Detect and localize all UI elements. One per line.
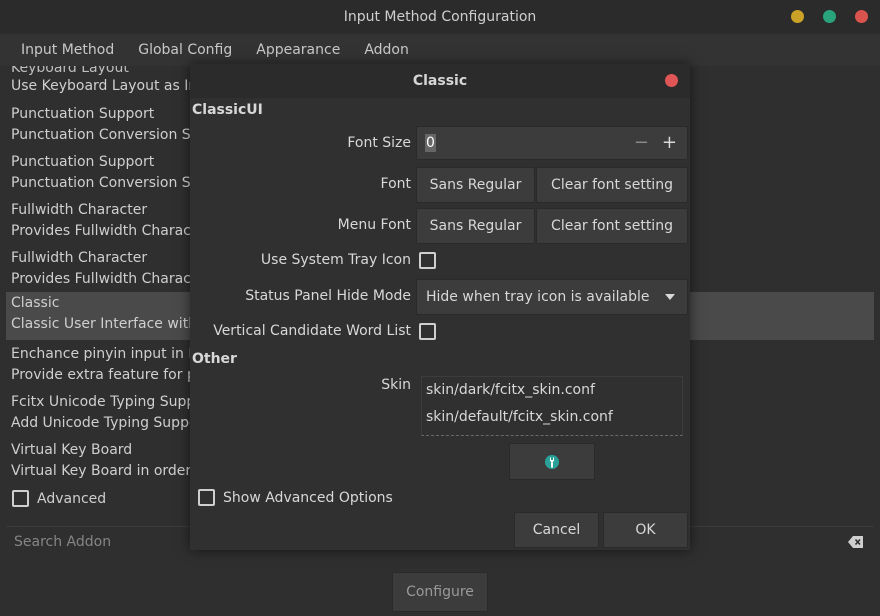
tray-icon-checkbox[interactable] xyxy=(419,252,436,269)
ok-button[interactable]: OK xyxy=(603,512,688,548)
section-classicui: ClassicUI xyxy=(192,102,263,118)
chevron-down-icon xyxy=(665,294,675,300)
cancel-button[interactable]: Cancel xyxy=(514,512,599,548)
clear-icon[interactable] xyxy=(848,535,864,549)
skin-action-button[interactable] xyxy=(509,443,595,480)
clear-font-button[interactable]: Clear font setting xyxy=(536,167,688,203)
maximize-button[interactable] xyxy=(823,10,836,23)
show-advanced-checkbox[interactable] xyxy=(198,489,215,506)
tab-addon[interactable]: Addon xyxy=(352,34,421,66)
font-label: Font xyxy=(380,176,411,192)
window-titlebar: Input Method Configuration xyxy=(0,0,880,34)
status-panel-combobox[interactable]: Hide when tray icon is available xyxy=(416,279,688,315)
skin-list[interactable]: skin/dark/fcitx_skin.conf skin/default/f… xyxy=(421,376,683,436)
increment-button[interactable]: + xyxy=(662,133,677,153)
dialog-close-button[interactable] xyxy=(665,74,678,87)
tray-icon-label: Use System Tray Icon xyxy=(260,252,411,268)
tab-input-method[interactable]: Input Method xyxy=(9,34,126,66)
dialog-titlebar: Classic xyxy=(190,64,690,98)
font-select-button[interactable]: Sans Regular xyxy=(416,167,535,203)
dialog-title: Classic xyxy=(412,73,468,89)
wrench-icon xyxy=(545,454,559,469)
section-other: Other xyxy=(192,351,237,367)
vertical-list-label: Vertical Candidate Word List xyxy=(213,323,411,339)
clear-menu-font-button[interactable]: Clear font setting xyxy=(536,208,688,244)
decrement-button[interactable]: − xyxy=(634,133,649,153)
skin-label: Skin xyxy=(381,377,411,393)
close-button[interactable] xyxy=(855,10,868,23)
tab-global-config[interactable]: Global Config xyxy=(126,34,244,66)
classic-dialog: Classic ClassicUI Font Size 0 − + Font S… xyxy=(190,64,690,550)
advanced-row[interactable]: Advanced xyxy=(12,490,106,507)
menu-font-select-button[interactable]: Sans Regular xyxy=(416,208,535,244)
tab-bar: Input Method Global Config Appearance Ad… xyxy=(0,34,880,66)
tab-appearance[interactable]: Appearance xyxy=(244,34,352,66)
minimize-button[interactable] xyxy=(791,10,804,23)
status-panel-label: Status Panel Hide Mode xyxy=(245,288,411,304)
skin-item[interactable]: skin/default/fcitx_skin.conf xyxy=(422,404,682,431)
show-advanced-row[interactable]: Show Advanced Options xyxy=(198,489,393,506)
status-panel-value: Hide when tray icon is available xyxy=(426,289,650,305)
font-size-spinbox[interactable]: 0 − + xyxy=(416,126,688,160)
advanced-label: Advanced xyxy=(37,490,107,507)
skin-item[interactable]: skin/dark/fcitx_skin.conf xyxy=(422,377,682,404)
advanced-checkbox[interactable] xyxy=(12,490,29,507)
vertical-list-checkbox[interactable] xyxy=(419,323,436,340)
font-size-label: Font Size xyxy=(347,135,411,151)
menu-font-label: Menu Font xyxy=(337,217,411,233)
font-size-value[interactable]: 0 xyxy=(425,134,436,152)
configure-button[interactable]: Configure xyxy=(392,572,488,612)
show-advanced-label: Show Advanced Options xyxy=(223,489,393,506)
window-title: Input Method Configuration xyxy=(343,9,537,25)
